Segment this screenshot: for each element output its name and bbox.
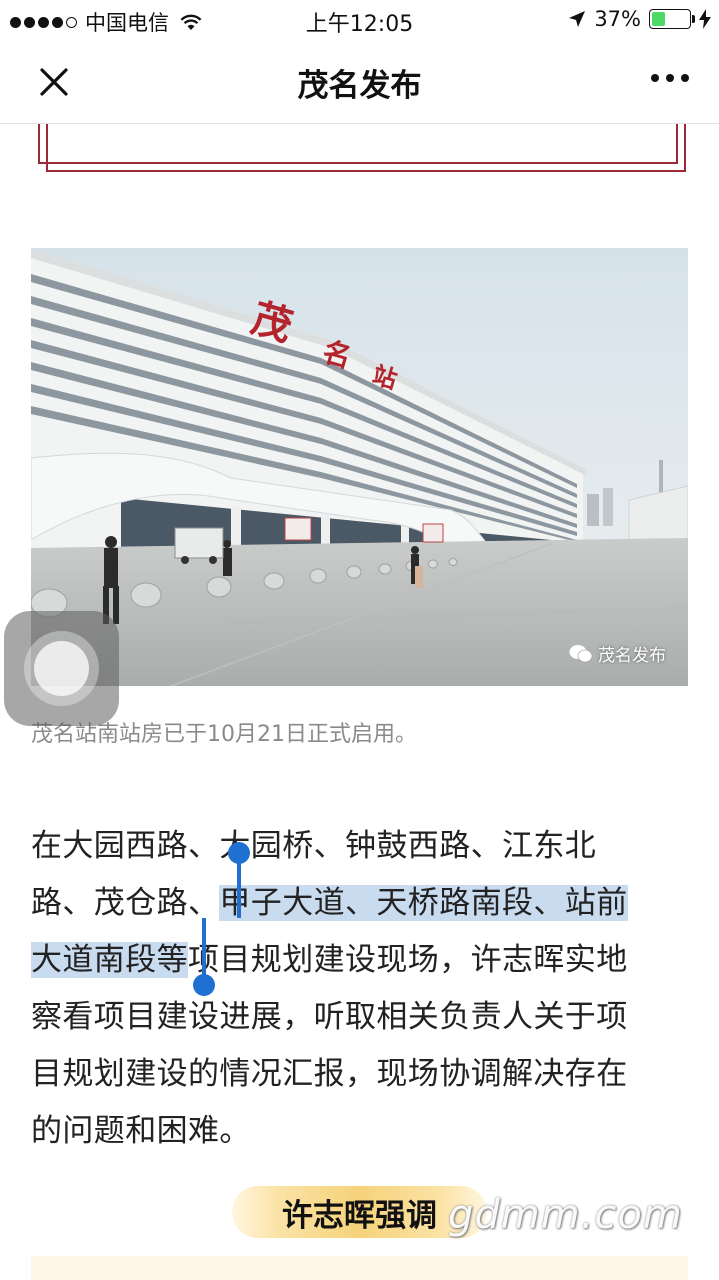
nav-bar: 茂名发布	[0, 40, 719, 124]
page-title: 茂名发布	[297, 68, 422, 104]
photo-watermark: 茂名发布	[569, 641, 666, 666]
article-photo[interactable]: 茂 名 站 茂名发布	[31, 248, 688, 686]
battery-icon	[649, 9, 695, 29]
photo-watermark-text: 茂名发布	[598, 646, 666, 666]
assistive-touch-center-icon	[34, 641, 89, 696]
article-paragraph[interactable]: 在大园西路、大园桥、钟鼓西路、江东北 路、茂仓路、甲子大道、天桥路南段、站前 大…	[31, 818, 689, 1160]
paragraph-line-4: 察看项目建设进展，听取相关负责人关于项	[31, 999, 628, 1035]
paragraph-line-6: 的问题和困难。	[31, 1113, 251, 1149]
charging-bolt-icon	[699, 9, 711, 29]
selection-end-caret[interactable]	[202, 918, 206, 980]
status-bar: 中国电信 上午12:05 37%	[0, 0, 719, 40]
paragraph-line-3: 大道南段等项目规划建设现场，许志晖实地	[31, 932, 689, 989]
selection-start-caret[interactable]	[237, 856, 241, 918]
assistive-touch-button[interactable]	[4, 611, 119, 726]
paragraph-line-2: 路、茂仓路、甲子大道、天桥路南段、站前	[31, 875, 689, 932]
station-illustration: 茂 名 站	[31, 248, 688, 686]
paragraph-line-3-unselected: 项目规划建设现场，许志晖实地	[188, 942, 628, 978]
wechat-icon	[569, 644, 593, 662]
site-watermark: gdmm.com	[448, 1192, 683, 1238]
selected-text-2: 大道南段等	[31, 942, 188, 978]
paragraph-line-5: 目规划建设的情况汇报，现场协调解决存在	[31, 1056, 628, 1092]
paragraph-line-1: 在大园西路、大园桥、钟鼓西路、江东北	[31, 828, 597, 864]
location-arrow-icon	[569, 11, 586, 27]
selected-text-1: 甲子大道、天桥路南段、站前	[219, 885, 628, 921]
paragraph-line-2-unselected: 路、茂仓路、	[31, 885, 220, 921]
status-right: 37%	[568, 7, 711, 31]
selection-end-handle[interactable]	[193, 974, 215, 996]
more-options-icon[interactable]	[651, 74, 689, 82]
next-content-block	[31, 1256, 688, 1280]
battery-percent: 37%	[594, 7, 641, 31]
